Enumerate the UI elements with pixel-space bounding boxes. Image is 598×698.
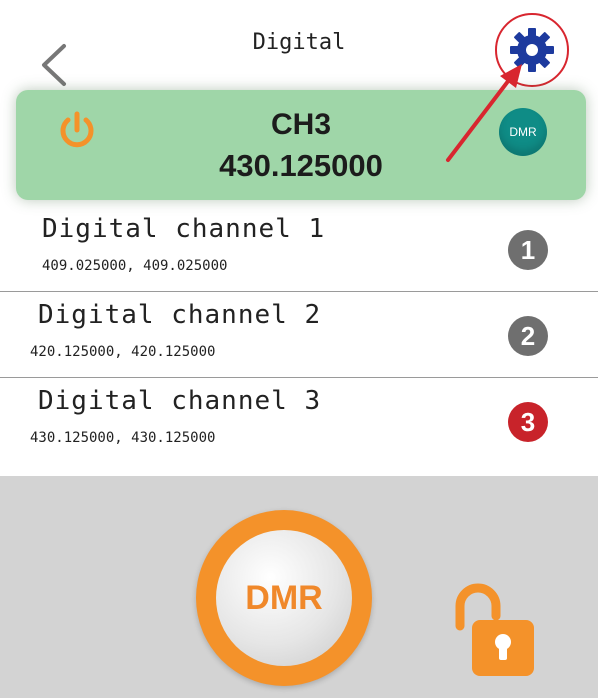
channel-frequencies: 430.125000, 430.125000 [30,430,216,446]
dmr-mode-button[interactable]: DMR [196,510,372,686]
channel-list: Digital channel 1 409.025000, 409.025000… [0,206,598,468]
channel-number-badge: 2 [508,316,548,356]
channel-frequencies: 420.125000, 420.125000 [30,344,216,360]
channel-name: Digital channel 3 [38,386,322,416]
unlock-icon[interactable] [450,580,540,680]
bottom-panel: DMR [0,476,598,698]
channel-number-badge-active: 3 [508,402,548,442]
channel-row[interactable]: Digital channel 3 430.125000, 430.125000… [0,378,598,468]
channel-name: Digital channel 1 [42,214,326,244]
channel-row[interactable]: Digital channel 1 409.025000, 409.025000… [0,206,598,292]
dmr-mode-label: DMR [216,530,352,666]
annotation-arrow [446,64,522,162]
channel-name: Digital channel 2 [38,300,322,330]
channel-number-badge: 1 [508,230,548,270]
channel-frequencies: 409.025000, 409.025000 [42,258,228,274]
channel-row[interactable]: Digital channel 2 420.125000, 420.125000… [0,292,598,378]
